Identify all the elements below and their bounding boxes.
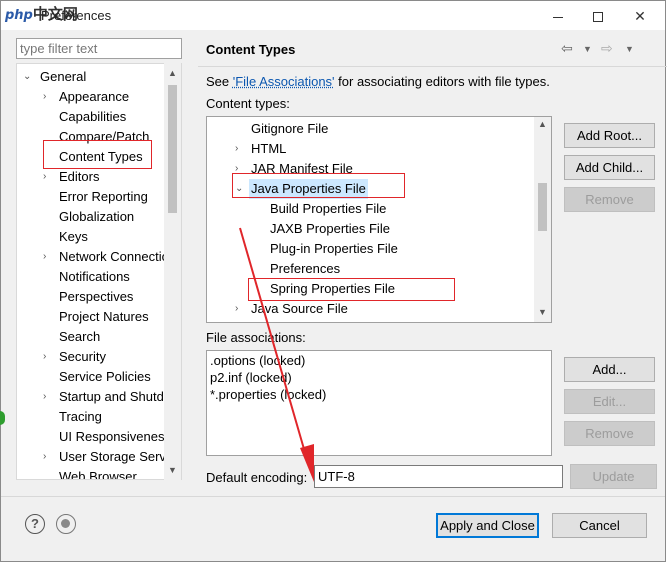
- ct-item-preferences[interactable]: Preferences: [270, 259, 340, 279]
- header-divider: [198, 66, 667, 67]
- ct-item-jaxb-properties[interactable]: JAXB Properties File: [270, 219, 390, 239]
- remove-association-button[interactable]: Remove: [564, 421, 655, 446]
- tree-item-notifications[interactable]: Notifications: [59, 267, 130, 287]
- tree-item-search[interactable]: Search: [59, 327, 100, 347]
- add-child-button[interactable]: Add Child...: [564, 155, 655, 180]
- tree-scrollbar[interactable]: ▲ ▼: [164, 63, 181, 480]
- content-types-scrollbar[interactable]: ▲ ▼: [534, 117, 551, 322]
- tree-item-tracing[interactable]: Tracing: [59, 407, 102, 427]
- view-menu-icon[interactable]: ▼: [625, 44, 634, 54]
- scroll-down-icon[interactable]: ▼: [534, 307, 551, 317]
- page-title: Content Types: [206, 42, 296, 57]
- tree-item-service-policies[interactable]: Service Policies: [59, 367, 151, 387]
- chevron-right-icon[interactable]: ›: [43, 167, 46, 187]
- preferences-tree: ⌄ General › Appearance Capabilities Comp…: [16, 63, 182, 480]
- maximize-button[interactable]: [587, 5, 609, 27]
- chevron-right-icon[interactable]: ›: [43, 247, 46, 267]
- chevron-down-icon[interactable]: ▼: [583, 44, 592, 54]
- chevron-down-icon[interactable]: ⌄: [23, 67, 31, 87]
- update-button[interactable]: Update: [570, 464, 657, 489]
- file-associations-list: .options (locked) p2.inf (locked) *.prop…: [206, 350, 552, 456]
- default-encoding-input[interactable]: UTF-8: [314, 465, 563, 488]
- chevron-right-icon[interactable]: ›: [43, 347, 46, 367]
- file-associations-label: File associations:: [206, 330, 306, 345]
- scroll-up-icon[interactable]: ▲: [164, 65, 181, 81]
- ct-item-build-properties[interactable]: Build Properties File: [270, 199, 386, 219]
- tree-item-editors[interactable]: Editors: [59, 167, 99, 187]
- minimize-icon: [553, 16, 563, 18]
- logo-php-text: php: [5, 8, 33, 23]
- maximize-icon: [593, 12, 603, 23]
- preferences-dialog: ⌄ General › Appearance Capabilities Comp…: [0, 30, 667, 562]
- edit-association-button[interactable]: Edit...: [564, 389, 655, 414]
- scroll-up-icon[interactable]: ▲: [534, 119, 551, 129]
- footer-divider: [1, 496, 665, 497]
- chevron-right-icon[interactable]: ›: [43, 447, 46, 467]
- scroll-down-icon[interactable]: ▼: [164, 462, 181, 478]
- ct-item-gitignore[interactable]: Gitignore File: [251, 119, 328, 139]
- record-macro-icon[interactable]: [56, 514, 76, 534]
- close-icon: ✕: [634, 8, 646, 24]
- add-root-button[interactable]: Add Root...: [564, 123, 655, 148]
- back-arrow-icon[interactable]: ⇦: [561, 40, 573, 57]
- window-title: Preferences: [41, 8, 112, 23]
- chevron-right-icon[interactable]: ›: [235, 139, 238, 159]
- remove-content-type-button[interactable]: Remove: [564, 187, 655, 212]
- minimize-button[interactable]: [547, 5, 569, 27]
- highlight-spring-properties: [248, 278, 455, 301]
- tree-item-error-reporting[interactable]: Error Reporting: [59, 187, 148, 207]
- chevron-right-icon[interactable]: ›: [235, 299, 238, 319]
- cancel-button[interactable]: Cancel: [552, 513, 647, 538]
- add-association-button[interactable]: Add...: [564, 357, 655, 382]
- tree-item-security[interactable]: Security: [59, 347, 106, 367]
- tree-item-appearance[interactable]: Appearance: [59, 87, 129, 107]
- content-types-label: Content types:: [206, 96, 290, 111]
- ct-item-java-source[interactable]: Java Source File: [251, 299, 348, 319]
- title-bar: php中文网 Preferences ✕: [0, 0, 666, 30]
- chevron-right-icon[interactable]: ›: [43, 387, 46, 407]
- ct-item-plugin-properties[interactable]: Plug-in Properties File: [270, 239, 398, 259]
- filter-input[interactable]: [16, 38, 182, 59]
- ct-scroll-thumb[interactable]: [538, 183, 547, 231]
- highlight-java-properties: [232, 173, 405, 198]
- see-line: See 'File Associations' for associating …: [206, 74, 550, 89]
- help-icon[interactable]: ?: [25, 514, 45, 534]
- tree-item-globalization[interactable]: Globalization: [59, 207, 134, 227]
- tree-item-project-natures[interactable]: Project Natures: [59, 307, 149, 327]
- tree-scroll-thumb[interactable]: [168, 85, 177, 213]
- tree-item-perspectives[interactable]: Perspectives: [59, 287, 133, 307]
- tree-item-keys[interactable]: Keys: [59, 227, 88, 247]
- see-prefix: See: [206, 74, 233, 89]
- tree-item-ui-responsiveness[interactable]: UI Responsiveness: [59, 427, 171, 447]
- tree-item-web-browser[interactable]: Web Browser: [59, 467, 137, 479]
- ct-item-html[interactable]: HTML: [251, 139, 286, 159]
- fa-item[interactable]: *.properties (locked): [210, 386, 326, 403]
- close-button[interactable]: ✕: [629, 5, 651, 27]
- fa-item[interactable]: .options (locked): [210, 352, 305, 369]
- tree-item-capabilities[interactable]: Capabilities: [59, 107, 126, 127]
- fa-item[interactable]: p2.inf (locked): [210, 369, 292, 386]
- file-associations-link[interactable]: 'File Associations': [233, 74, 335, 89]
- apply-and-close-button[interactable]: Apply and Close: [436, 513, 539, 538]
- forward-arrow-icon[interactable]: ⇨: [601, 40, 613, 57]
- tree-item-general[interactable]: General: [40, 67, 86, 87]
- default-encoding-label: Default encoding:: [206, 470, 308, 485]
- chevron-right-icon[interactable]: ›: [43, 87, 46, 107]
- highlight-content-types: [43, 140, 152, 169]
- see-suffix: for associating editors with file types.: [334, 74, 550, 89]
